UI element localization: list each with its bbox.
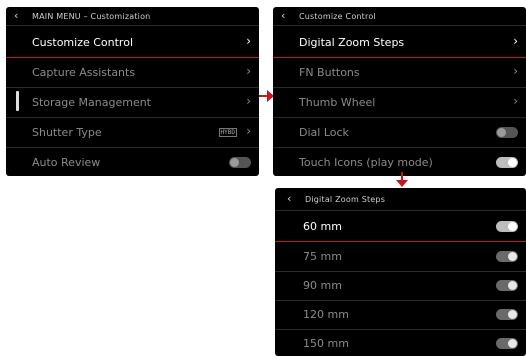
touch-icons-toggle[interactable]: [496, 157, 518, 168]
toggle-knob: [508, 310, 517, 319]
chevron-right-icon: ›: [246, 124, 251, 138]
menu-item-label: Storage Management: [32, 96, 151, 109]
zoom-step-75mm[interactable]: 75 mm: [275, 242, 526, 272]
zoom-step-60mm[interactable]: 60 mm: [275, 212, 526, 242]
arrow-down-icon: [396, 172, 408, 187]
menu-item-auto-review[interactable]: Auto Review: [6, 148, 259, 176]
menu-item-storage-management[interactable]: Storage Management ›: [6, 88, 259, 118]
menu-item-label: FN Buttons: [299, 66, 360, 79]
menu-item-dial-lock[interactable]: Dial Lock: [273, 118, 526, 148]
toggle-knob: [497, 128, 506, 137]
chevron-right-icon: ›: [513, 34, 518, 48]
toggle-knob: [508, 339, 517, 348]
menu-item-label: Thumb Wheel: [299, 96, 376, 109]
chevron-right-icon: ›: [513, 94, 518, 108]
zoom-step-120mm[interactable]: 120 mm: [275, 300, 526, 330]
zoom-step-150mm[interactable]: 150 mm: [275, 329, 526, 356]
zoom-step-label: 150 mm: [303, 337, 349, 350]
chevron-right-icon: ›: [513, 64, 518, 78]
page-title: Customize Control: [299, 12, 376, 21]
toggle-knob: [508, 222, 517, 231]
zoom-step-toggle[interactable]: [496, 338, 518, 349]
menu-item-label: Auto Review: [32, 156, 101, 169]
zoom-step-label: 90 mm: [303, 279, 342, 292]
toggle-knob: [508, 252, 517, 261]
menu-item-label: Digital Zoom Steps: [299, 36, 405, 49]
page-title: MAIN MENU – Customization: [32, 12, 151, 21]
back-chevron-icon[interactable]: ‹: [287, 192, 291, 205]
menu-item-thumb-wheel[interactable]: Thumb Wheel ›: [273, 88, 526, 118]
dial-lock-toggle[interactable]: [496, 127, 518, 138]
panel-header: ‹ Digital Zoom Steps: [275, 188, 526, 211]
zoom-step-toggle[interactable]: [496, 251, 518, 262]
panel-header: ‹ MAIN MENU – Customization: [6, 7, 259, 26]
toggle-knob: [508, 158, 517, 167]
digital-zoom-steps-panel: ‹ Digital Zoom Steps 60 mm 75 mm 90 mm 1…: [275, 188, 526, 356]
menu-item-label: Shutter Type: [32, 126, 102, 139]
zoom-step-toggle[interactable]: [496, 280, 518, 291]
customize-control-panel: ‹ Customize Control Digital Zoom Steps ›…: [273, 7, 526, 176]
menu-item-customize-control[interactable]: Customize Control ›: [6, 28, 259, 58]
back-chevron-icon[interactable]: ‹: [281, 9, 285, 22]
chevron-right-icon: ›: [246, 34, 251, 48]
chevron-right-icon: ›: [246, 64, 251, 78]
zoom-step-90mm[interactable]: 90 mm: [275, 271, 526, 301]
menu-item-shutter-type[interactable]: Shutter Type HYBD ›: [6, 118, 259, 148]
menu-item-label: Touch Icons (play mode): [299, 156, 433, 169]
toggle-knob: [230, 158, 239, 167]
menu-item-capture-assistants[interactable]: Capture Assistants ›: [6, 58, 259, 88]
hybrid-shutter-icon: HYBD: [218, 128, 237, 137]
page-title: Digital Zoom Steps: [305, 195, 386, 204]
menu-item-digital-zoom-steps[interactable]: Digital Zoom Steps ›: [273, 28, 526, 58]
menu-item-fn-buttons[interactable]: FN Buttons ›: [273, 58, 526, 88]
panel-header: ‹ Customize Control: [273, 7, 526, 26]
zoom-step-toggle[interactable]: [496, 221, 518, 232]
zoom-step-toggle[interactable]: [496, 309, 518, 320]
menu-item-label: Capture Assistants: [32, 66, 136, 79]
main-menu-panel: ‹ MAIN MENU – Customization Customize Co…: [6, 7, 259, 176]
auto-review-toggle[interactable]: [229, 157, 251, 168]
menu-item-label: Customize Control: [32, 36, 133, 49]
zoom-step-label: 120 mm: [303, 308, 349, 321]
menu-item-label: Dial Lock: [299, 126, 349, 139]
chevron-right-icon: ›: [246, 94, 251, 108]
toggle-knob: [508, 281, 517, 290]
zoom-step-label: 60 mm: [303, 220, 342, 233]
back-chevron-icon[interactable]: ‹: [14, 9, 18, 22]
zoom-step-label: 75 mm: [303, 250, 342, 263]
